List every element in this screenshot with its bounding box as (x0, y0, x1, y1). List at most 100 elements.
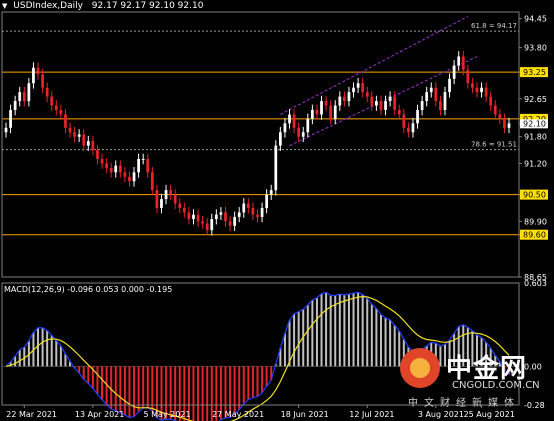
watermark-domain: CNGOLD.COM.CN (452, 380, 540, 391)
x-tick-label: 3 Aug 2021 (418, 410, 464, 419)
level-label: 89.60 (523, 231, 546, 240)
candle-body (338, 96, 342, 106)
candle-body (77, 134, 81, 137)
macd-bar (343, 294, 346, 367)
collapse-icon[interactable]: ▼ (2, 2, 7, 10)
candle-body (461, 56, 465, 70)
candle-body (320, 101, 323, 115)
macd-bar (87, 366, 90, 384)
macd-bar (334, 295, 337, 367)
candle-body (118, 165, 122, 173)
candle-body (256, 214, 259, 217)
macd-bar (320, 293, 323, 367)
macd-bar (197, 366, 200, 421)
price-frame (1, 11, 520, 278)
x-tick-label: 25 Aug 2021 (464, 410, 515, 419)
candle-body (137, 158, 140, 173)
macd-bar (192, 366, 195, 421)
macd-bar (142, 366, 145, 408)
macd-bar (96, 366, 99, 395)
candle-body (22, 92, 26, 102)
level-label: 90.50 (523, 191, 546, 200)
macd-bar (357, 292, 360, 367)
candle-body (201, 221, 204, 224)
candle-body (324, 101, 328, 106)
candle-body (347, 92, 351, 102)
candle-body (86, 141, 90, 146)
macd-bar (233, 366, 236, 414)
candle-body (475, 87, 479, 93)
y-tick-label: 91.20 (524, 159, 547, 168)
candle-body (443, 92, 447, 110)
candle-body (114, 165, 118, 173)
candle-body (182, 207, 186, 213)
candle-body (493, 105, 497, 115)
macd-bar (251, 366, 254, 398)
candle-body (9, 109, 12, 128)
macd-tick-label: 0.603 (524, 279, 547, 288)
candle-body (283, 123, 287, 133)
candle-body (407, 127, 410, 133)
macd-bar (146, 366, 149, 408)
candle-body (448, 78, 451, 93)
candle-body (384, 101, 387, 110)
candle-body (155, 190, 159, 208)
candle-body (251, 207, 255, 215)
candle-body (489, 96, 493, 106)
macd-bar (238, 366, 241, 410)
candle-body (146, 158, 150, 173)
x-tick-label: 18 Jun 2021 (281, 410, 329, 419)
candle-body (173, 194, 177, 204)
x-tick-label: 13 Apr 2021 (75, 410, 124, 419)
macd-bar (41, 327, 44, 367)
candle-body (466, 69, 470, 84)
candle-body (27, 83, 31, 102)
macd-bar (384, 317, 387, 367)
y-tick-label: 91.80 (524, 133, 547, 142)
x-tick-label: 5 May 2021 (143, 410, 190, 419)
macd-bar (283, 333, 286, 367)
candle-body (365, 92, 369, 97)
candle-body (484, 87, 488, 97)
candle-body (297, 127, 301, 137)
macd-bar (389, 319, 392, 367)
macd-bar (293, 313, 296, 367)
candle-body (411, 123, 415, 133)
macd-bar (55, 340, 58, 367)
macd-bar (325, 292, 328, 367)
macd-bar (256, 366, 259, 397)
candle-body (178, 203, 182, 208)
macd-bar (375, 308, 378, 367)
macd-bar (306, 304, 309, 367)
candle-body (73, 132, 76, 137)
candle-body (370, 96, 374, 106)
macd-bar (133, 366, 136, 417)
level-label: 93.25 (523, 68, 546, 77)
candle-body (160, 199, 163, 208)
macd-bar (265, 366, 268, 387)
macd-bar (206, 366, 209, 421)
candle-body (420, 101, 424, 110)
candle-body (196, 214, 200, 222)
candle-body (59, 109, 63, 115)
macd-bar (393, 325, 396, 367)
candle-body (274, 145, 278, 191)
y-tick-label: 94.45 (524, 15, 547, 24)
macd-bar (119, 366, 122, 413)
x-tick-label: 22 Mar 2021 (6, 410, 57, 419)
macd-bar (311, 299, 314, 367)
macd-bar (151, 366, 154, 412)
macd-bar (361, 294, 364, 367)
logo-icon (400, 348, 440, 388)
candle-body (237, 212, 241, 217)
candle-body (416, 109, 419, 124)
candle-body (269, 190, 273, 195)
candle-body (329, 105, 333, 119)
candle-body (375, 101, 378, 106)
candle-body (187, 212, 191, 220)
symbol-label: USDIndex,Daily (13, 1, 83, 11)
candle-body (210, 219, 214, 231)
macd-title: MACD(12,26,9) -0.096 0.053 0.000 -0.195 (4, 285, 172, 294)
candle-body (452, 65, 456, 79)
fib-label: 61.8 = 94.17 (471, 22, 517, 30)
